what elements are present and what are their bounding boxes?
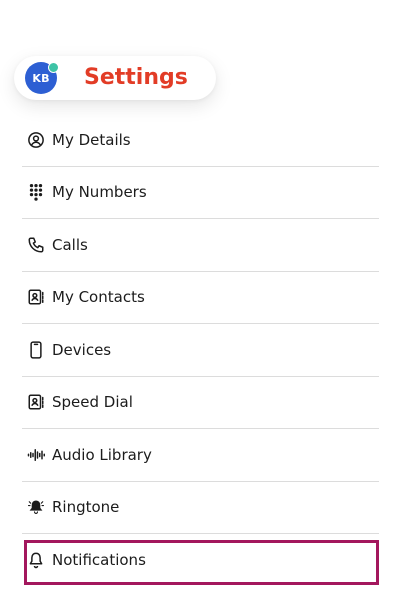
page-title: Settings [84,65,188,90]
menu-item-audio-library[interactable]: Audio Library [22,429,379,482]
audio-wave-icon [26,445,46,465]
dialpad-icon [26,182,46,202]
menu-item-label: Speed Dial [52,393,133,412]
menu-item-my-details[interactable]: My Details [22,114,379,167]
menu-item-notifications[interactable]: Notifications [22,534,379,587]
settings-menu: My Details My Numbers Calls My Contacts … [22,114,379,587]
menu-item-my-numbers[interactable]: My Numbers [22,167,379,219]
phone-icon [26,235,46,255]
mobile-device-icon [26,340,46,360]
menu-item-calls[interactable]: Calls [22,219,379,272]
menu-item-label: My Details [52,130,131,149]
menu-item-my-contacts[interactable]: My Contacts [22,272,379,324]
user-circle-icon [26,130,46,150]
menu-item-label: Ringtone [52,498,120,517]
menu-item-ringtone[interactable]: Ringtone [22,482,379,534]
menu-item-devices[interactable]: Devices [22,324,379,377]
avatar-initials: KB [32,71,50,85]
bell-icon [26,550,46,570]
menu-item-speed-dial[interactable]: Speed Dial [22,377,379,429]
menu-item-label: Devices [52,340,112,359]
ringing-bell-icon [26,497,46,517]
menu-item-label: Audio Library [52,445,152,464]
online-status-dot [48,62,59,73]
menu-item-label: Notifications [52,551,146,570]
menu-item-label: My Contacts [52,288,145,307]
contact-book-icon [26,392,46,412]
contact-book-icon [26,287,46,307]
menu-item-label: My Numbers [52,183,147,202]
menu-item-label: Calls [52,235,88,254]
